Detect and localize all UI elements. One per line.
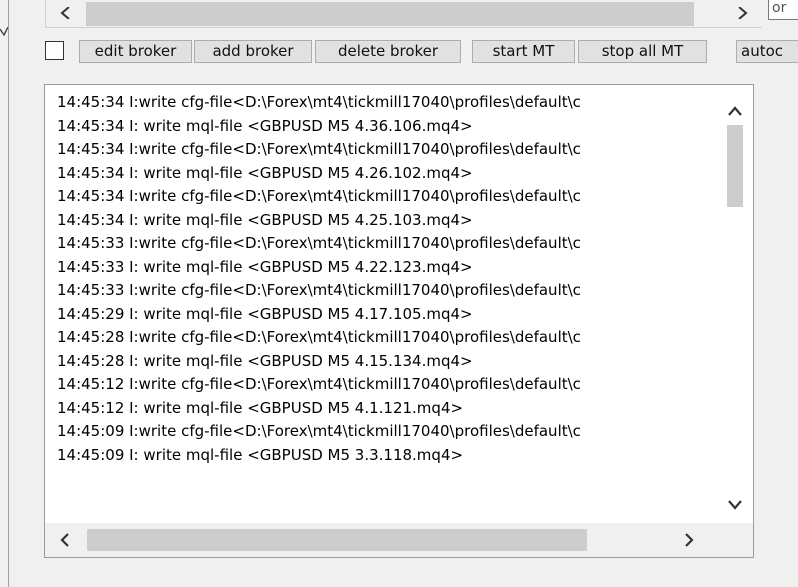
select-checkbox[interactable] xyxy=(45,41,64,60)
log-line[interactable]: 14:45:28 I:write cfg-file<D:\Forex\mt4\t… xyxy=(57,326,705,350)
auto-button[interactable]: autoc xyxy=(736,40,798,63)
log-line[interactable]: 14:45:33 I:write cfg-file<D:\Forex\mt4\t… xyxy=(57,232,705,256)
chevron-right-icon xyxy=(738,7,748,19)
log-line[interactable]: 14:45:34 I: write mql-file <GBPUSD M5 4.… xyxy=(57,115,705,139)
log-vertical-scrollbar[interactable] xyxy=(717,85,753,523)
log-listbox[interactable]: 14:45:34 I:write cfg-file<D:\Forex\mt4\t… xyxy=(44,84,754,558)
add-broker-button[interactable]: add broker xyxy=(194,40,312,63)
scroll-right-button[interactable] xyxy=(722,0,762,26)
log-lines: 14:45:34 I:write cfg-file<D:\Forex\mt4\t… xyxy=(57,91,705,467)
delete-broker-button[interactable]: delete broker xyxy=(315,40,461,63)
log-line[interactable]: 14:45:28 I: write mql-file <GBPUSD M5 4.… xyxy=(57,350,705,374)
log-line[interactable]: 14:45:34 I:write cfg-file<D:\Forex\mt4\t… xyxy=(57,138,705,162)
log-line[interactable]: 14:45:12 I: write mql-file <GBPUSD M5 4.… xyxy=(57,397,705,421)
scroll-up-button[interactable] xyxy=(717,93,753,129)
log-line[interactable]: 14:45:34 I:write cfg-file<D:\Forex\mt4\t… xyxy=(57,185,705,209)
stop-all-mt-button[interactable]: stop all MT xyxy=(578,40,707,63)
vertical-scroll-thumb[interactable] xyxy=(727,125,743,207)
log-line[interactable]: 14:45:34 I: write mql-file <GBPUSD M5 4.… xyxy=(57,209,705,233)
chevron-left-icon xyxy=(60,533,69,547)
log-line[interactable]: 14:45:29 I: write mql-file <GBPUSD M5 4.… xyxy=(57,303,705,327)
scroll-thumb[interactable] xyxy=(86,2,694,26)
log-line[interactable]: 14:45:34 I:write cfg-file<D:\Forex\mt4\t… xyxy=(57,91,705,115)
log-line[interactable]: 14:45:09 I: write mql-file <GBPUSD M5 3.… xyxy=(57,444,705,468)
top-horizontal-scrollbar[interactable] xyxy=(45,0,762,28)
chevron-left-icon xyxy=(60,7,70,19)
chevron-up-icon xyxy=(728,106,742,116)
log-horizontal-scrollbar[interactable] xyxy=(45,523,753,557)
window-left-edge xyxy=(0,0,9,587)
scroll-down-button[interactable] xyxy=(717,487,753,523)
scroll-right-button[interactable] xyxy=(669,523,709,557)
log-line[interactable]: 14:45:34 I: write mql-file <GBPUSD M5 4.… xyxy=(57,162,705,186)
log-line[interactable]: 14:45:33 I:write cfg-file<D:\Forex\mt4\t… xyxy=(57,279,705,303)
horizontal-scroll-thumb[interactable] xyxy=(87,529,587,551)
log-line[interactable]: 14:45:33 I: write mql-file <GBPUSD M5 4.… xyxy=(57,256,705,280)
chevron-right-icon xyxy=(685,533,694,547)
log-line[interactable]: 14:45:12 I:write cfg-file<D:\Forex\mt4\t… xyxy=(57,373,705,397)
top-right-input[interactable]: or xyxy=(768,0,798,20)
scroll-left-button[interactable] xyxy=(46,0,86,26)
scroll-left-button[interactable] xyxy=(45,523,85,557)
log-line[interactable]: 14:45:09 I:write cfg-file<D:\Forex\mt4\t… xyxy=(57,420,705,444)
edit-broker-button[interactable]: edit broker xyxy=(79,40,192,63)
chevron-down-icon xyxy=(728,500,742,510)
start-mt-button[interactable]: start MT xyxy=(472,40,575,63)
checkmark-icon xyxy=(0,27,8,37)
